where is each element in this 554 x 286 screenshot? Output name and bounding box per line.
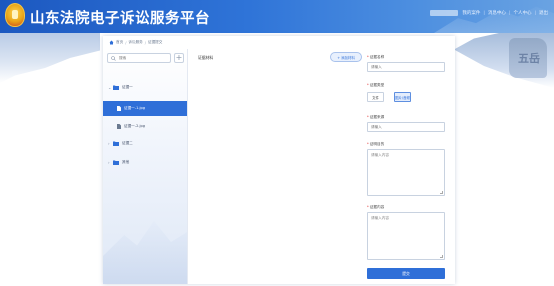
add-folder-button[interactable]: + (174, 53, 184, 63)
required-mark: * (367, 142, 369, 146)
tree-item-label: 证据一 (122, 85, 133, 89)
site-title: 山东法院电子诉讼服务平台 (30, 11, 210, 27)
add-material-button[interactable]: + 添加材料 (330, 52, 362, 62)
type-option-file[interactable]: 文件 (367, 92, 384, 102)
resize-handle[interactable] (440, 255, 443, 258)
site-header: 山东法院电子诉讼服务平台 我的案件 | 消息中心 | 个人中心 | 退出 (0, 0, 554, 33)
content-label-text: 证据内容 (369, 205, 385, 209)
required-mark: * (367, 115, 369, 119)
nav-separator: | (483, 10, 485, 16)
home-icon[interactable] (109, 40, 114, 45)
top-navigation: 我的案件 | 消息中心 | 个人中心 | 退出 (430, 10, 548, 16)
evidence-purpose-textarea[interactable]: 请输入内容 (367, 149, 445, 196)
source-label: *证据来源 (367, 115, 384, 120)
tree-search-box[interactable] (107, 53, 171, 63)
breadcrumb-separator: / (144, 40, 146, 45)
breadcrumb: 首页 / 诉讼服务 / 证据提交 (109, 40, 162, 45)
name-label-text: 证据名称 (369, 55, 385, 59)
tree-folder-other[interactable]: › 其他 (108, 160, 129, 165)
required-mark: * (367, 83, 369, 87)
purpose-label-text: 证明目的 (369, 142, 385, 146)
breadcrumb-service[interactable]: 诉讼服务 (128, 40, 142, 45)
evidence-content-textarea[interactable]: 请输入内容 (367, 212, 445, 260)
resize-handle[interactable] (440, 191, 443, 194)
purpose-placeholder: 请输入内容 (371, 153, 389, 157)
header-mountain-decoration (434, 6, 554, 33)
content-placeholder: 请输入内容 (371, 216, 389, 220)
tree-file-evidence-1-1[interactable]: 证据一-1.jpg (103, 101, 187, 116)
tree-folder-evidence-2[interactable]: › 证据二 (108, 141, 133, 146)
breadcrumb-home[interactable]: 首页 (116, 40, 123, 45)
breadcrumb-current: 证据提交 (148, 40, 163, 44)
court-emblem-icon (5, 3, 25, 27)
nav-profile[interactable]: 个人中心 (513, 10, 531, 16)
nav-messages[interactable]: 消息中心 (488, 10, 506, 16)
file-icon (117, 124, 121, 129)
type-label: *证据类型 (367, 83, 384, 88)
name-label: *证据名称 (367, 55, 384, 60)
breadcrumb-separator: / (125, 40, 127, 45)
purpose-label: *证明目的 (367, 142, 384, 147)
folder-icon (113, 85, 119, 90)
tree-item-label: 证据一-2.jpg (124, 124, 146, 128)
search-icon (111, 55, 116, 61)
tree-item-label: 证据一-1.jpg (124, 106, 146, 110)
required-mark: * (367, 205, 369, 209)
tree-background-decoration (103, 221, 187, 284)
folder-icon (113, 141, 119, 146)
tree-search-input[interactable] (119, 56, 169, 60)
tree-item-label: 其他 (122, 160, 130, 164)
required-mark: * (367, 55, 369, 59)
nav-logout[interactable]: 退出 (539, 10, 548, 16)
background-mountain-left (0, 33, 100, 83)
folder-icon (113, 160, 119, 165)
tree-file-evidence-1-2[interactable]: 证据一-2.jpg (117, 124, 145, 129)
tree-item-label: 证据二 (122, 141, 133, 145)
user-avatar-placeholder (430, 10, 459, 16)
content-label: *证据内容 (367, 205, 384, 210)
submit-button[interactable]: 提交 (367, 268, 445, 279)
type-label-text: 证据类型 (369, 83, 385, 87)
tree-folder-evidence-1[interactable]: ⌄ 证据一 (108, 85, 133, 90)
evidence-name-input[interactable] (367, 62, 445, 72)
nav-separator: | (534, 10, 536, 16)
evidence-material-title: 证据材料 (198, 55, 214, 60)
background-rock-carving: 五岳 (518, 52, 540, 65)
nav-my-cases[interactable]: 我的案件 (462, 10, 480, 16)
type-option-media[interactable]: 图片/音频 (394, 92, 411, 102)
file-icon (117, 106, 121, 111)
nav-separator: | (508, 10, 511, 16)
source-label-text: 证据来源 (369, 115, 385, 119)
evidence-tree-panel: + ⌄ 证据一 证据一-1.jpg 证据一-2.jpg › 证据二 › 其他 (103, 49, 188, 284)
evidence-source-input[interactable] (367, 122, 445, 132)
evidence-card: 首页 / 诉讼服务 / 证据提交 + ⌄ 证据一 证据一-1.jpg 证 (103, 36, 455, 284)
